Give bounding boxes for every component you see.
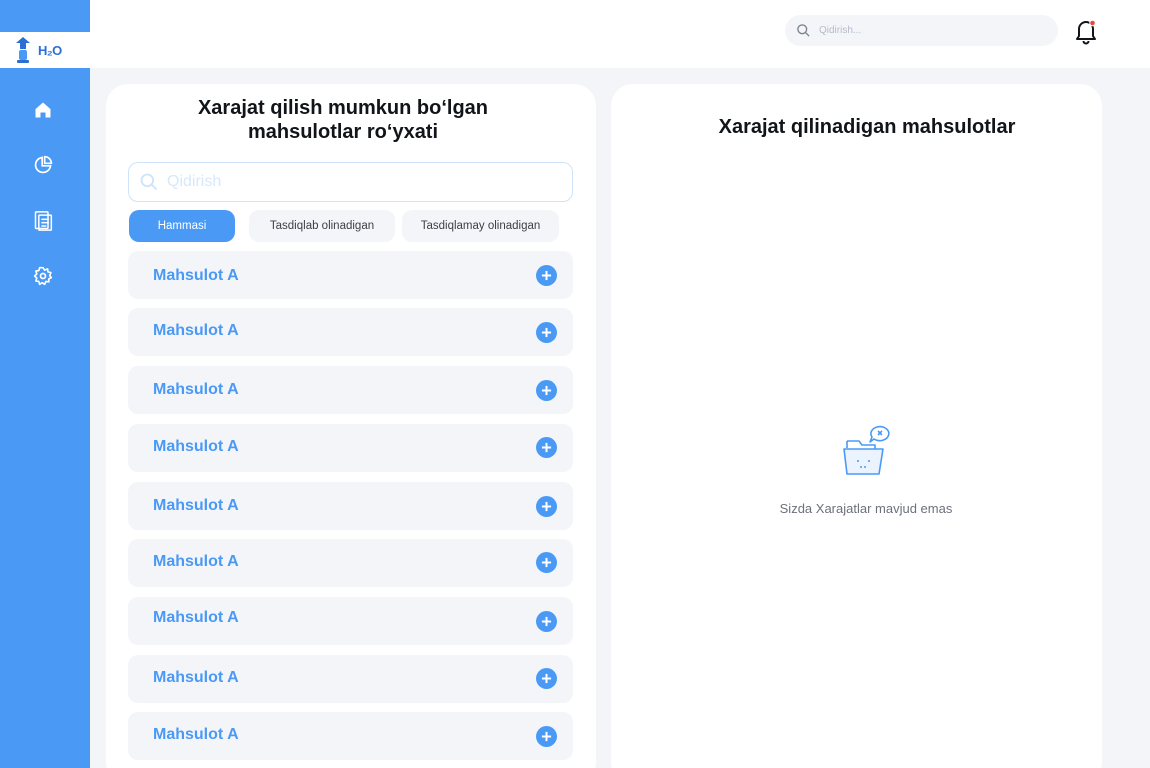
empty-folder-icon <box>843 425 890 475</box>
product-name: Mahsulot A <box>153 726 239 743</box>
panel-title-line1: Xarajat qilish mumkun bo‘lgan <box>197 97 489 119</box>
plus-icon <box>541 442 552 453</box>
panel-title: Xarajat qilish mumkun bo‘lgan mahsulotla… <box>106 96 580 144</box>
bell-icon <box>1076 19 1096 45</box>
add-product-button[interactable] <box>536 726 557 747</box>
logo-text: H₂O <box>38 42 62 58</box>
header-search-input[interactable] <box>819 25 1039 36</box>
add-product-button[interactable] <box>536 611 557 632</box>
plus-icon <box>541 327 552 338</box>
product-name: Mahsulot A <box>153 381 239 398</box>
product-name: Mahsulot A <box>153 669 239 686</box>
tab-all[interactable]: Hammasi <box>129 210 235 242</box>
sidebar-item-home[interactable] <box>31 98 55 122</box>
add-product-button[interactable] <box>536 265 557 286</box>
add-product-button[interactable] <box>536 380 557 401</box>
product-item[interactable]: Mahsulot A <box>128 251 573 299</box>
product-name: Mahsulot A <box>153 497 239 514</box>
available-products-panel: Xarajat qilish mumkun bo‘lgan mahsulotla… <box>106 84 596 768</box>
sidebar: H₂O <box>0 0 90 768</box>
product-item[interactable]: Mahsulot A <box>128 655 573 703</box>
sidebar-item-reports[interactable] <box>31 209 55 233</box>
product-item[interactable]: Mahsulot A <box>128 308 573 356</box>
panel-title-line2: mahsulotlar ro‘yxati <box>247 121 439 143</box>
product-item[interactable]: Mahsulot A <box>128 712 573 760</box>
product-item[interactable]: Mahsulot A <box>128 366 573 414</box>
tab-no-approval[interactable]: Tasdiqlamay olinadigan <box>402 210 559 242</box>
panel-title: Xarajat qilinadigan mahsulotlar <box>718 116 1016 138</box>
report-icon <box>34 211 53 231</box>
plus-icon <box>541 557 552 568</box>
plus-icon <box>541 731 552 742</box>
product-name: Mahsulot A <box>153 322 239 339</box>
tab-approval-required[interactable]: Tasdiqlab olinadigan <box>249 210 395 242</box>
add-product-button[interactable] <box>536 552 557 573</box>
add-product-button[interactable] <box>536 496 557 517</box>
plus-icon <box>541 616 552 627</box>
search-icon <box>797 24 810 37</box>
empty-state-message: Sizda Xarajatlar mavjud emas <box>779 501 953 516</box>
header-search[interactable] <box>785 15 1058 46</box>
sidebar-item-statistics[interactable] <box>31 153 55 177</box>
product-name: Mahsulot A <box>153 609 239 626</box>
search-icon <box>140 173 158 191</box>
plus-icon <box>541 501 552 512</box>
sidebar-item-settings[interactable] <box>31 264 55 288</box>
add-product-button[interactable] <box>536 322 557 343</box>
notification-button[interactable] <box>1074 17 1098 45</box>
plus-icon <box>541 385 552 396</box>
product-name: Mahsulot A <box>153 438 239 455</box>
home-icon <box>35 102 51 118</box>
product-item[interactable]: Mahsulot A <box>128 482 573 530</box>
plus-icon <box>541 270 552 281</box>
product-name: Mahsulot A <box>153 267 239 284</box>
add-product-button[interactable] <box>536 668 557 689</box>
product-item[interactable]: Mahsulot A <box>128 424 573 472</box>
product-search[interactable] <box>128 162 573 202</box>
logo[interactable]: H₂O <box>0 32 90 68</box>
logo-icon <box>16 37 30 63</box>
add-product-button[interactable] <box>536 437 557 458</box>
product-name: Mahsulot A <box>153 553 239 570</box>
pie-chart-icon <box>34 155 53 174</box>
product-item[interactable]: Mahsulot A <box>128 539 573 587</box>
expense-products-panel: Xarajat qilinadigan mahsulotlar Sizda Xa… <box>611 84 1102 768</box>
top-header <box>90 0 1150 68</box>
product-item[interactable]: Mahsulot A <box>128 597 573 645</box>
gear-icon <box>33 266 53 286</box>
plus-icon <box>541 673 552 684</box>
product-search-input[interactable] <box>167 173 547 191</box>
